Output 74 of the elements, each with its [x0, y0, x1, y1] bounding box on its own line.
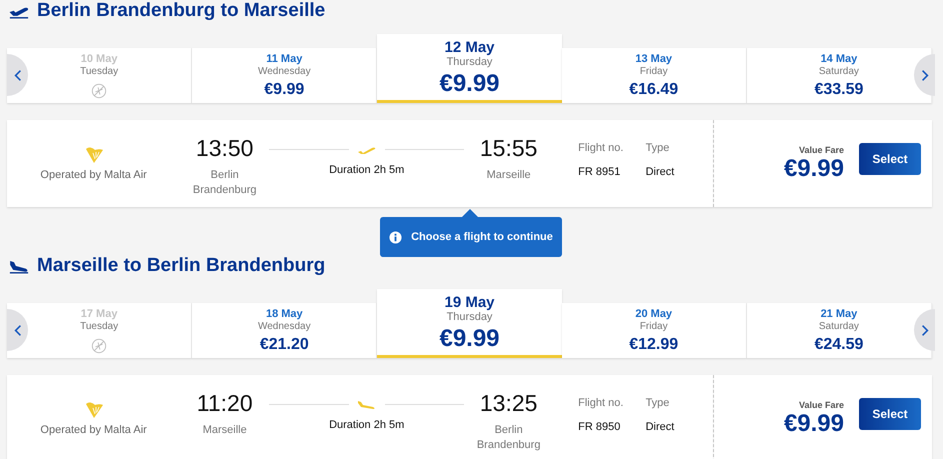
date-tab[interactable]: 21 May Saturday €24.59 — [746, 303, 932, 358]
landing-icon — [9, 258, 29, 274]
operator-label: Operated by Malta Air — [40, 424, 147, 436]
flight-type: Direct — [646, 420, 676, 432]
date-tab[interactable]: 10 May Tuesday — [7, 48, 192, 103]
tooltip-text: Choose a flight to continue — [411, 231, 553, 243]
weekday-label: Wednesday — [258, 66, 311, 78]
date-label: 13 May — [635, 53, 672, 66]
weekday-label: Thursday — [446, 56, 492, 69]
departure-time: 11:20 — [196, 390, 253, 416]
fare-price: €9.99 — [784, 410, 844, 438]
arrival-time: 13:25 — [480, 390, 538, 416]
weekday-label: Wednesday — [258, 321, 311, 333]
flight-number: FR 8950 — [578, 420, 622, 432]
arrival-time: 15:55 — [480, 134, 538, 162]
duration-label: Duration 2h 5m — [329, 418, 404, 430]
fare-price: €33.59 — [814, 81, 864, 99]
date-label: 20 May — [635, 308, 672, 321]
date-tab[interactable]: 20 May Friday €12.99 — [562, 303, 747, 358]
date-tab[interactable]: 11 May Wednesday €9.99 — [192, 48, 378, 103]
fare-price: €9.99 — [439, 325, 500, 353]
date-label: 11 May — [266, 53, 302, 66]
route-title: Berlin Brandenburg to Marseille — [37, 0, 326, 22]
weekday-label: Thursday — [446, 311, 492, 324]
flight-number-label: Flight no. — [578, 396, 624, 408]
type-label: Type — [646, 142, 670, 154]
weekday-label: Tuesday — [80, 321, 118, 333]
route-title: Marseille to Berlin Brandenburg — [37, 255, 326, 277]
duration-label: Duration 2h 5m — [329, 164, 404, 176]
fare-price: €21.20 — [260, 336, 309, 354]
date-tab[interactable]: 17 May Tuesday — [7, 303, 192, 358]
fare-price: €9.99 — [439, 70, 500, 98]
date-label: 17 May — [80, 308, 118, 321]
harp-logo-icon — [84, 146, 104, 164]
flight-number: FR 8951 — [578, 166, 622, 178]
fare-type-label: Value Fare — [798, 144, 844, 154]
arrival-airport: Berlin Brandenburg — [476, 422, 542, 452]
type-label: Type — [646, 396, 670, 408]
arrival-airport: Marseille — [486, 168, 532, 182]
weekday-label: Friday — [640, 66, 668, 78]
info-icon — [389, 230, 402, 244]
weekday-label: Saturday — [818, 66, 859, 78]
date-tab[interactable]: 19 May Thursday €9.99 — [377, 289, 562, 358]
select-button[interactable]: Select — [859, 398, 921, 430]
operator-label: Operated by Malta Air — [40, 169, 147, 181]
date-label: 12 May — [444, 39, 495, 56]
departure-airport: Marseille — [202, 422, 248, 438]
fare-price: €24.59 — [814, 336, 864, 354]
fare-type-label: Value Fare — [798, 400, 844, 410]
date-label: 10 May — [80, 53, 118, 66]
harp-logo-icon — [84, 401, 104, 419]
date-label: 21 May — [820, 308, 858, 321]
no-flight-icon — [91, 83, 108, 99]
departure-airport: Berlin Brandenburg — [192, 168, 258, 198]
flight-number-label: Flight no. — [578, 142, 624, 154]
date-label: 14 May — [820, 53, 858, 66]
fare-price: €12.99 — [629, 336, 678, 354]
no-flight-icon — [91, 338, 108, 354]
fare-price: €9.99 — [264, 81, 304, 99]
date-label: 18 May — [266, 308, 303, 321]
date-tab[interactable]: 12 May Thursday €9.99 — [377, 34, 562, 103]
fare-price: €9.99 — [784, 154, 844, 182]
date-tab[interactable]: 13 May Friday €16.49 — [562, 48, 747, 103]
landing-icon — [356, 398, 377, 410]
date-tab[interactable]: 14 May Saturday €33.59 — [746, 48, 932, 103]
weekday-label: Friday — [640, 321, 668, 333]
departure-time: 13:50 — [196, 134, 254, 162]
date-tab[interactable]: 18 May Wednesday €21.20 — [192, 303, 378, 358]
fare-price: €16.49 — [629, 81, 678, 99]
select-button[interactable]: Select — [859, 142, 921, 174]
flight-type: Direct — [646, 166, 676, 178]
weekday-label: Tuesday — [80, 66, 118, 78]
weekday-label: Saturday — [818, 321, 859, 333]
date-label: 19 May — [444, 294, 495, 311]
